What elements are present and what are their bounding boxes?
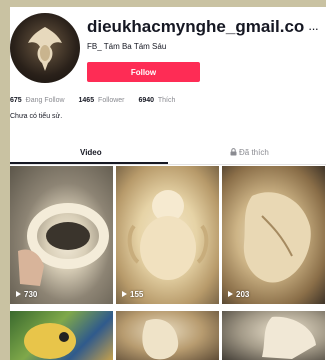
video-thumbnail[interactable]: 203 bbox=[222, 166, 325, 304]
tab-liked-label: Đã thích bbox=[239, 148, 269, 157]
profile-tabs: Video Đã thích bbox=[10, 144, 326, 165]
video-thumbnail[interactable] bbox=[10, 311, 113, 360]
view-count: 203 bbox=[228, 290, 249, 299]
play-icon bbox=[228, 291, 233, 297]
followers-count: 1465 bbox=[78, 97, 95, 104]
view-count: 155 bbox=[122, 290, 143, 299]
followers-label[interactable]: Follower bbox=[98, 97, 124, 104]
view-count: 730 bbox=[16, 290, 37, 299]
lock-icon bbox=[230, 148, 237, 156]
bone-carving-image bbox=[243, 192, 311, 283]
ring-carving-image bbox=[18, 203, 109, 286]
username: dieukhacmynghe_gmail.coi bbox=[87, 17, 305, 36]
video-thumbnail[interactable] bbox=[116, 311, 219, 360]
play-icon bbox=[122, 291, 127, 297]
carving-image bbox=[142, 319, 179, 360]
video-thumbnail[interactable]: 155 bbox=[116, 166, 219, 304]
nickname: FB_ Tám Ba Tám Sáu bbox=[87, 42, 167, 51]
profile-stats: 675 Đang Follow 1465 Follower 6940 Thích bbox=[10, 97, 187, 104]
follow-button[interactable]: Follow bbox=[87, 62, 200, 82]
buddha-carving-image bbox=[127, 190, 209, 280]
active-tab-indicator bbox=[10, 162, 168, 164]
parrot-image bbox=[24, 323, 76, 359]
ellipsis-icon[interactable]: ··· bbox=[308, 21, 319, 36]
following-label[interactable]: Đang Follow bbox=[26, 97, 65, 104]
carving-image bbox=[262, 316, 316, 359]
profile-page: dieukhacmynghe_gmail.coi ··· FB_ Tám Ba … bbox=[10, 7, 326, 360]
video-thumbnail[interactable] bbox=[222, 311, 325, 360]
tab-liked[interactable]: Đã thích bbox=[230, 148, 269, 157]
bio: Chưa có tiểu sử. bbox=[10, 113, 63, 120]
play-icon bbox=[16, 291, 21, 297]
carving-image bbox=[28, 27, 62, 71]
likes-label: Thích bbox=[157, 97, 176, 104]
following-count: 675 bbox=[10, 97, 22, 104]
tab-video[interactable]: Video bbox=[80, 148, 102, 157]
likes-count: 6940 bbox=[138, 97, 155, 104]
video-thumbnail[interactable]: 730 bbox=[10, 166, 113, 304]
avatar[interactable] bbox=[10, 13, 80, 83]
